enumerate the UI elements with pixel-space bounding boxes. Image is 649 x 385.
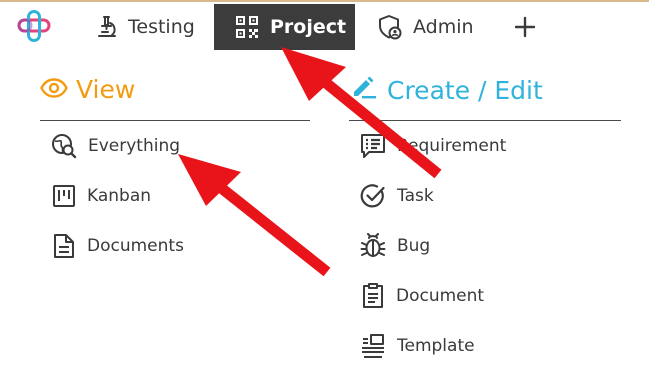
document-icon [52,233,76,259]
requirement-icon [360,133,386,159]
check-circle-icon [360,183,386,209]
nav-tab-testing-label: Testing [128,16,195,38]
nav-tab-project[interactable]: Project [214,4,355,50]
globe-search-icon [51,133,77,159]
create-item-bug[interactable]: Bug [360,231,430,261]
create-item-template[interactable]: Template [360,331,475,361]
view-divider [40,120,310,121]
create-item-requirement-label: Requirement [397,136,507,156]
create-item-document-label: Document [396,286,485,306]
create-item-task[interactable]: Task [360,181,434,211]
microscope-icon [96,15,118,39]
view-item-kanban-label: Kanban [87,186,152,206]
nav-tab-admin-label: Admin [413,16,474,38]
nav-tab-project-label: Project [270,16,347,38]
pencil-icon [351,75,377,105]
add-button[interactable] [514,4,536,50]
view-item-kanban[interactable]: Kanban [52,181,151,211]
create-section-heading: Create / Edit [351,75,543,105]
bug-icon [360,233,386,259]
view-section-heading: View [40,75,135,104]
create-item-template-label: Template [397,336,475,356]
create-item-document[interactable]: Document [361,281,484,311]
view-item-everything-label: Everything [88,136,181,156]
kanban-icon [52,184,76,208]
shield-user-icon [378,14,402,40]
annotation-arrow-everything [178,154,331,277]
plus-icon [514,16,536,38]
create-item-task-label: Task [397,186,434,206]
create-divider [349,120,621,121]
create-section-title: Create / Edit [387,75,543,105]
view-item-documents[interactable]: Documents [52,231,184,261]
top-edge-line [0,0,649,2]
nav-tab-admin[interactable]: Admin [378,4,474,50]
clipboard-icon [361,283,385,309]
nav-tab-testing[interactable]: Testing [96,4,195,50]
view-item-everything[interactable]: Everything [51,131,180,161]
create-item-bug-label: Bug [397,236,431,256]
view-item-documents-label: Documents [87,236,184,256]
eye-icon [40,75,68,104]
top-nav-bar: Testing Project Admin [0,0,649,50]
template-icon [360,333,386,359]
create-item-requirement[interactable]: Requirement [360,131,506,161]
qr-code-icon [236,16,258,38]
app-logo-icon[interactable] [17,10,51,42]
view-section-title: View [76,75,136,104]
